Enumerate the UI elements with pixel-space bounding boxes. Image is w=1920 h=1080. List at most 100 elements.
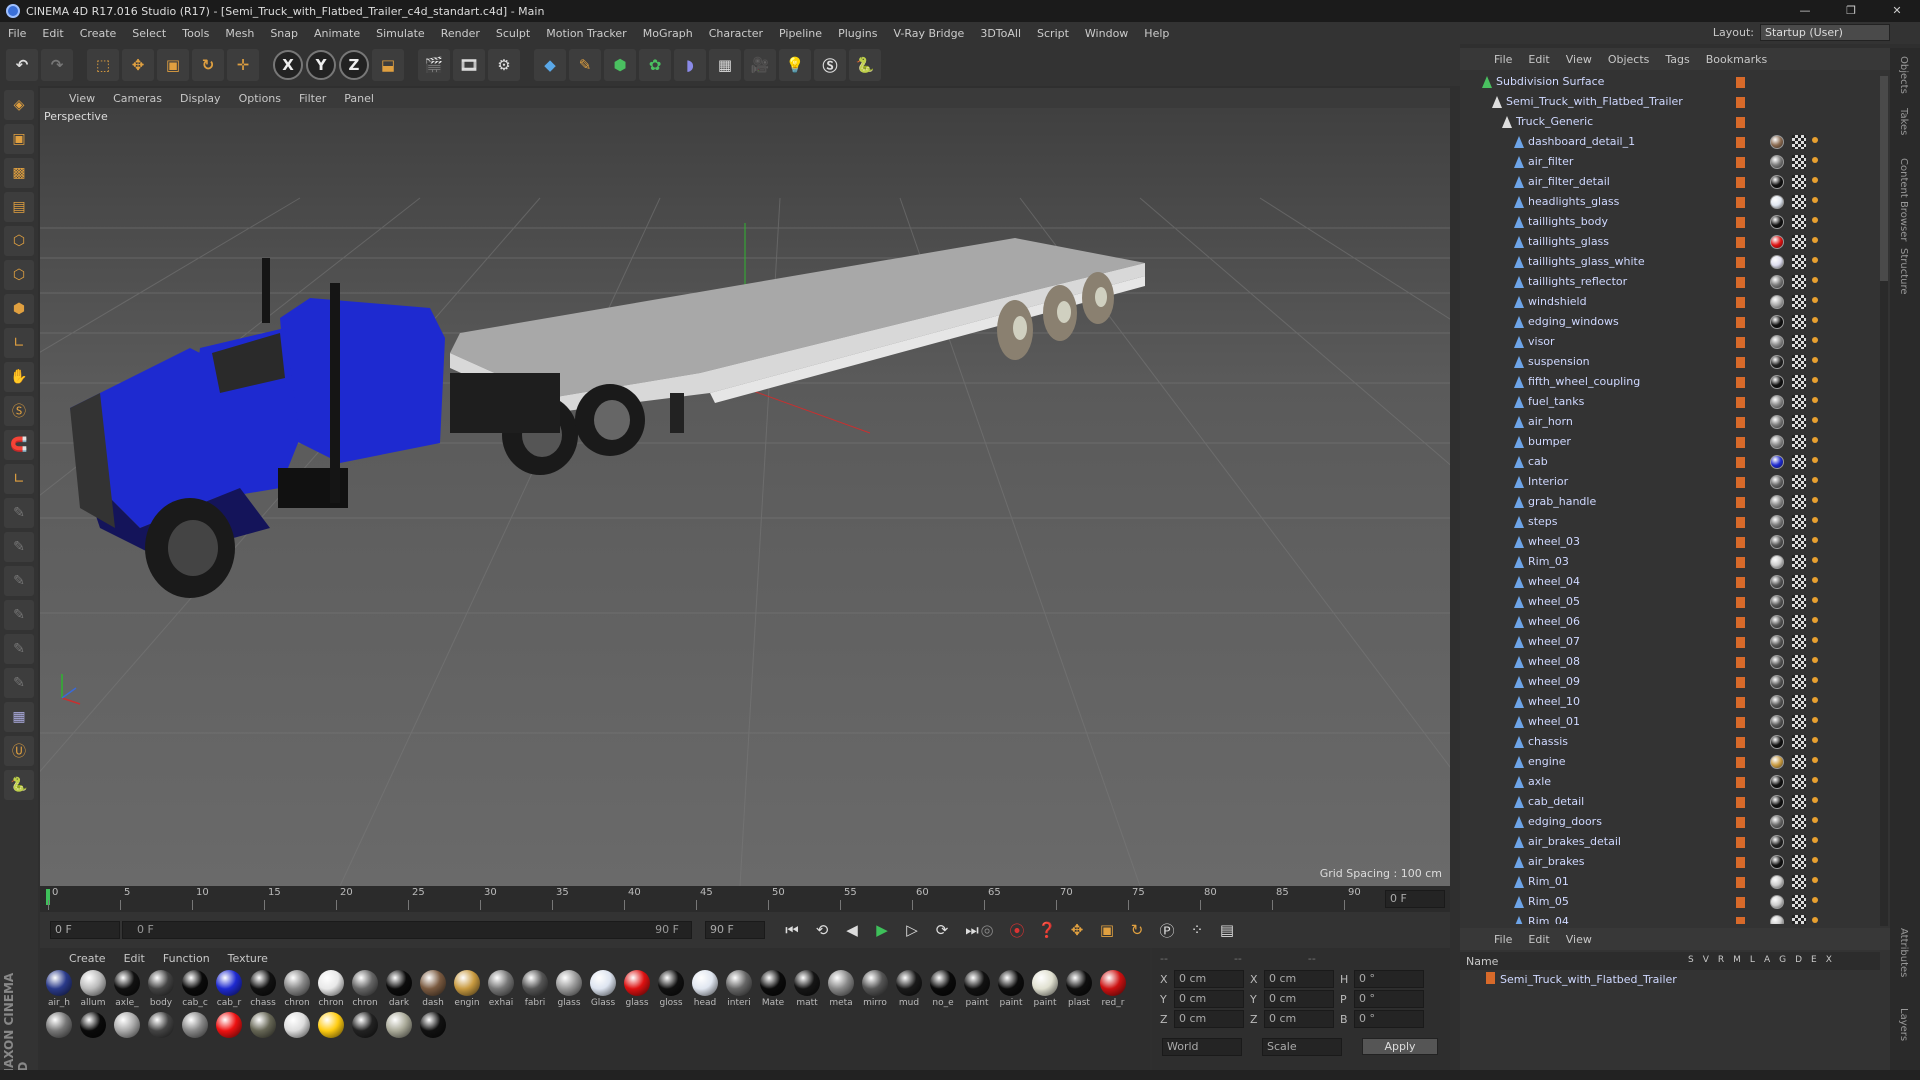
phong-tag-icon[interactable] [1812,417,1818,423]
goto-start-icon[interactable]: ⏮ [780,918,804,942]
phong-tag-icon[interactable] [1812,257,1818,263]
viewport-menu-view[interactable]: View [60,92,104,105]
step-back-icon[interactable]: ◀ [840,918,864,942]
object-row[interactable]: air_horn [1460,412,1880,432]
phong-tag-icon[interactable] [1812,317,1818,323]
object-row[interactable]: air_filter [1460,152,1880,172]
phong-tag-icon[interactable] [1812,537,1818,543]
menu-pipeline[interactable]: Pipeline [771,27,830,40]
material-swatch[interactable]: no_e [926,970,960,1008]
material-swatch[interactable] [416,1012,450,1040]
phong-tag-icon[interactable] [1812,817,1818,823]
coord-value-field[interactable]: 0 cm [1264,970,1334,988]
object-row[interactable]: wheel_01 [1460,712,1880,732]
coord-value-field[interactable]: 0 ° [1354,1010,1424,1028]
material-tag-icon[interactable] [1770,595,1784,609]
material-swatch[interactable] [144,1012,178,1040]
material-tag-icon[interactable] [1770,135,1784,149]
coord-value-field[interactable]: 0 cm [1174,970,1244,988]
model-mode-icon[interactable]: ▣ [4,124,34,154]
menu-snap[interactable]: Snap [262,27,306,40]
object-row[interactable]: wheel_04 [1460,572,1880,592]
phong-tag-icon[interactable] [1812,737,1818,743]
coord-value-field[interactable]: 0 ° [1354,970,1424,988]
material-tag-icon[interactable] [1770,655,1784,669]
material-tag-icon[interactable] [1770,495,1784,509]
uvw-tag-icon[interactable] [1792,695,1806,709]
texture-mode-icon[interactable]: ▩ [4,158,34,188]
undo-icon[interactable]: ↶ [6,49,38,81]
menu-sculpt[interactable]: Sculpt [488,27,538,40]
key-parameter-icon[interactable]: Ⓟ [1155,918,1179,942]
material-swatch[interactable] [76,1012,110,1040]
phong-tag-icon[interactable] [1812,157,1818,163]
key-position-icon[interactable]: ✥ [1065,918,1089,942]
object-menu-bookmarks[interactable]: Bookmarks [1698,53,1775,66]
material-tag-icon[interactable] [1770,735,1784,749]
floor-icon[interactable]: ▦ [709,49,741,81]
object-row[interactable]: wheel_06 [1460,612,1880,632]
subdivision-surface-icon[interactable]: ⬢ [604,49,636,81]
uvw-tag-icon[interactable] [1792,575,1806,589]
material-swatch[interactable]: paint [960,970,994,1008]
key-rotation-icon[interactable]: ↻ [1125,918,1149,942]
smooth-icon[interactable]: ✎ [4,668,34,698]
live-selection-icon[interactable]: ⬚ [87,49,119,81]
phong-tag-icon[interactable] [1812,457,1818,463]
uvw-tag-icon[interactable] [1792,675,1806,689]
material-swatch[interactable]: cab_r [212,970,246,1008]
phong-tag-icon[interactable] [1812,477,1818,483]
render-settings-icon[interactable]: ⚙ [488,49,520,81]
object-row[interactable]: dashboard_detail_1 [1460,132,1880,152]
uvw-tag-icon[interactable] [1792,715,1806,729]
object-row[interactable]: taillights_body [1460,212,1880,232]
world-dropdown[interactable]: World [1162,1038,1242,1056]
menu-mesh[interactable]: Mesh [217,27,262,40]
object-row[interactable]: wheel_08 [1460,652,1880,672]
paint-icon[interactable]: ✎ [4,532,34,562]
material-tag-icon[interactable] [1770,235,1784,249]
material-swatch[interactable]: chron [314,970,348,1008]
material-tag-icon[interactable] [1770,315,1784,329]
material-swatch[interactable]: chron [280,970,314,1008]
uvw-tag-icon[interactable] [1792,375,1806,389]
material-swatch[interactable]: axle_ [110,970,144,1008]
bridge-icon[interactable]: ✎ [4,634,34,664]
uvw-tag-icon[interactable] [1792,595,1806,609]
material-swatch[interactable]: paint [1028,970,1062,1008]
menu-3dtoall[interactable]: 3DToAll [972,27,1029,40]
material-tag-icon[interactable] [1770,175,1784,189]
phong-tag-icon[interactable] [1812,677,1818,683]
object-row[interactable]: axle [1460,772,1880,792]
phong-tag-icon[interactable] [1812,857,1818,863]
object-row[interactable]: air_brakes_detail [1460,832,1880,852]
camera-icon[interactable]: 🎥 [744,49,776,81]
side-tab-attributes[interactable]: Attributes [1898,928,1909,977]
uvw-tag-icon[interactable] [1792,415,1806,429]
viewport-perspective[interactable]: Perspective Grid Spacing : 100 cm [40,108,1450,886]
object-row[interactable]: edging_doors [1460,812,1880,832]
object-row[interactable]: air_filter_detail [1460,172,1880,192]
uvw-tag-icon[interactable] [1792,655,1806,669]
object-row[interactable]: air_brakes [1460,852,1880,872]
object-row[interactable]: fifth_wheel_coupling [1460,372,1880,392]
material-swatch[interactable]: dark [382,970,416,1008]
phong-tag-icon[interactable] [1812,277,1818,283]
material-tag-icon[interactable] [1770,755,1784,769]
uvw-tag-icon[interactable] [1792,195,1806,209]
object-row[interactable]: windshield [1460,292,1880,312]
phong-tag-icon[interactable] [1812,297,1818,303]
object-row[interactable]: grab_handle [1460,492,1880,512]
goto-next-key-icon[interactable]: ⟳ [930,918,954,942]
object-row[interactable]: fuel_tanks [1460,392,1880,412]
menu-help[interactable]: Help [1136,27,1177,40]
object-row[interactable]: bumper [1460,432,1880,452]
material-swatch[interactable] [280,1012,314,1040]
material-swatch[interactable]: head [688,970,722,1008]
uvw-tag-icon[interactable] [1792,555,1806,569]
side-tab-layers[interactable]: Layers [1898,1008,1909,1041]
phong-tag-icon[interactable] [1812,597,1818,603]
menu-character[interactable]: Character [701,27,771,40]
coord-value-field[interactable]: 0 cm [1174,1010,1244,1028]
material-swatch[interactable] [348,1012,382,1040]
